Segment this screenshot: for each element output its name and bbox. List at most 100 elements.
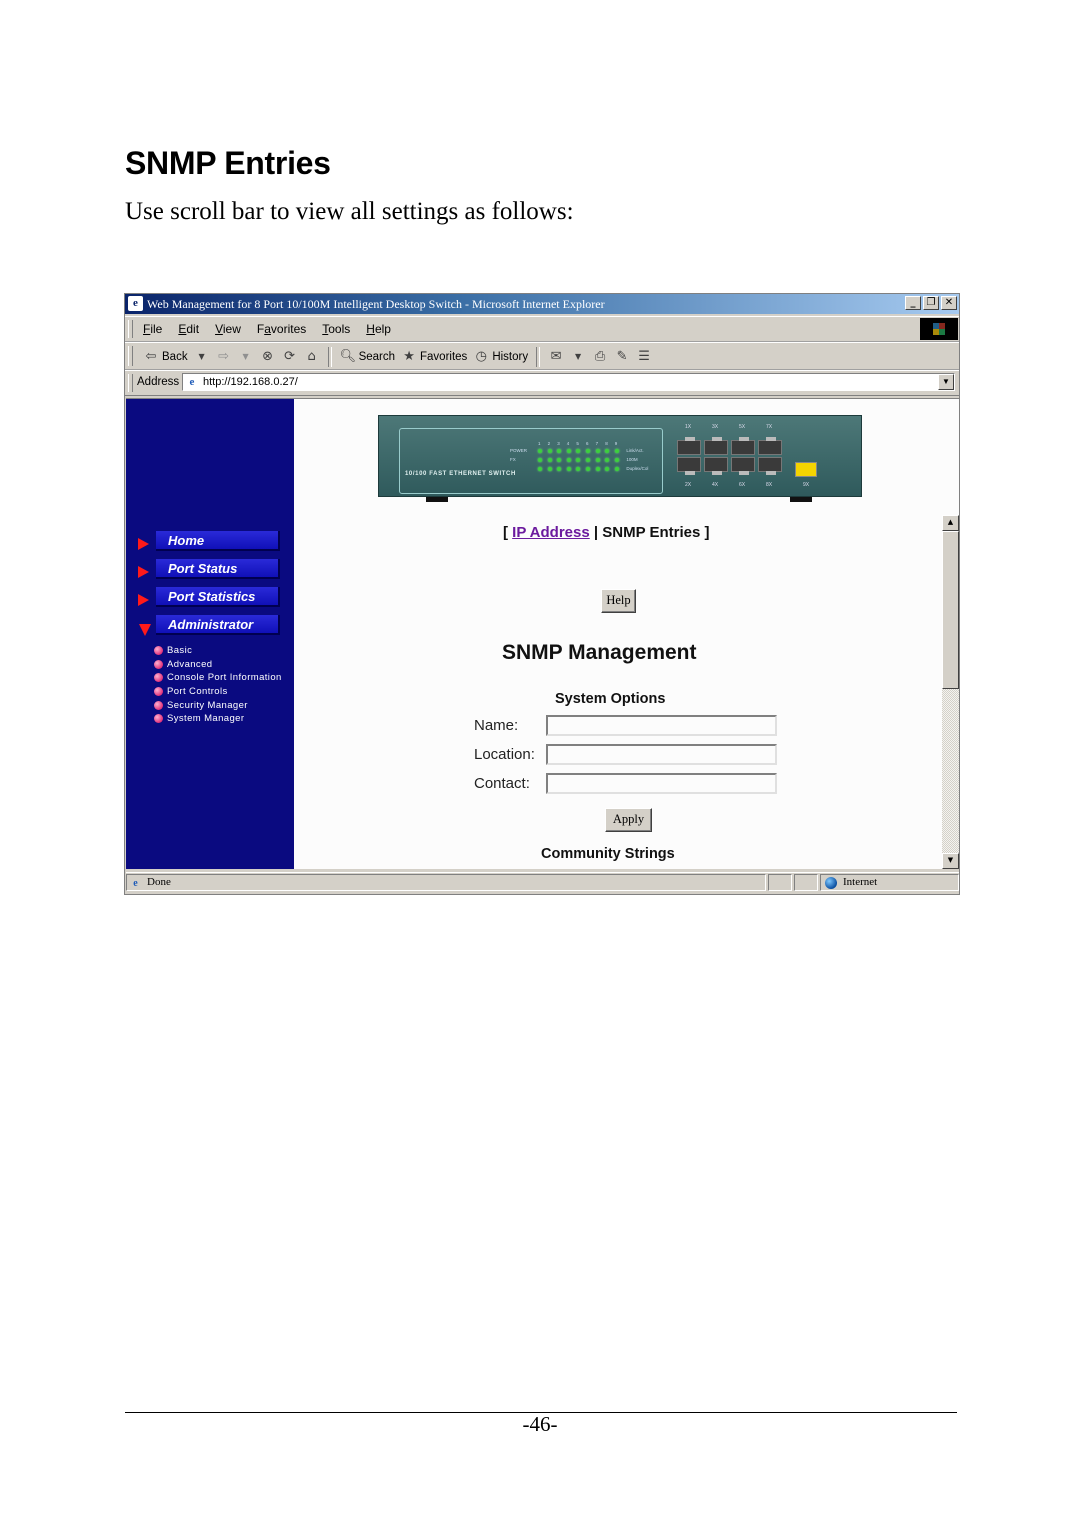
status-led <box>566 458 571 462</box>
close-button[interactable]: ✕ <box>941 296 957 310</box>
led-legend-label: 100M <box>626 457 638 462</box>
snmp-management-heading: SNMP Management <box>502 641 697 664</box>
discuss-icon[interactable]: ☰ <box>636 349 652 365</box>
forward-dropdown-icon[interactable]: ▼ <box>238 349 254 365</box>
bullet-icon <box>154 687 163 697</box>
back-dropdown-icon[interactable]: ▼ <box>194 349 210 365</box>
name-input[interactable] <box>546 715 777 736</box>
subnav-system-manager[interactable]: System Manager <box>154 712 282 726</box>
address-grip[interactable] <box>128 374 133 392</box>
stop-icon[interactable]: ⊗ <box>260 349 276 365</box>
apply-button[interactable]: Apply <box>605 808 652 832</box>
home-icon[interactable]: ⌂ <box>304 349 320 365</box>
subnav-port-controls[interactable]: Port Controls <box>154 685 282 699</box>
refresh-icon[interactable]: ⟳ <box>282 349 298 365</box>
menu-grip[interactable] <box>128 320 133 338</box>
menu-view[interactable]: View <box>215 322 241 336</box>
status-text-cell: e Done <box>126 874 766 891</box>
menu-bar: File Edit View Favorites Tools Help <box>125 316 959 342</box>
subnav-basic[interactable]: Basic <box>154 644 282 658</box>
history-button[interactable]: ◷ History <box>473 349 528 365</box>
restore-button[interactable]: ❐ <box>923 296 939 310</box>
browser-window: e Web Management for 8 Port 10/100M Inte… <box>124 293 960 895</box>
subnav-console-port-information[interactable]: Console Port Information <box>154 671 282 685</box>
led-column-label: 7 <box>595 441 599 446</box>
breadcrumb: [ IP Address | SNMP Entries ] <box>503 524 710 541</box>
standard-toolbar: ⇦ Back ▼ ⇨ ▼ ⊗ ⟳ ⌂ 🔍︎ Search ★ Favorites… <box>125 342 959 370</box>
menu-tools[interactable]: Tools <box>322 322 350 336</box>
status-led <box>586 449 590 453</box>
led-column-label: 9 <box>614 441 618 446</box>
status-led <box>576 449 581 453</box>
toolbar-grip[interactable] <box>128 346 133 366</box>
page-icon: e <box>189 376 195 388</box>
port-label: 6X <box>739 482 746 488</box>
status-led <box>566 467 571 471</box>
menu-favorites[interactable]: Favorites <box>257 322 306 336</box>
arrow-right-icon <box>138 538 149 550</box>
location-input[interactable] <box>546 744 777 765</box>
status-led <box>557 449 562 453</box>
mail-dropdown-icon[interactable]: ▼ <box>570 349 586 365</box>
address-field[interactable]: e ▼ <box>182 373 955 391</box>
nav-item-port-statistics[interactable]: Port Statistics <box>126 587 294 609</box>
ethernet-port <box>758 457 782 475</box>
location-label: Location: <box>474 746 535 763</box>
nav-item-label[interactable]: Port Status <box>156 559 280 579</box>
subnav-security-manager[interactable]: Security Manager <box>154 698 282 712</box>
search-button[interactable]: 🔍︎ Search <box>340 349 395 365</box>
status-cell <box>794 874 818 891</box>
address-input[interactable] <box>203 375 903 389</box>
address-label: Address <box>137 376 180 388</box>
minimize-button[interactable]: _ <box>905 296 921 310</box>
internet-globe-icon <box>825 877 837 889</box>
toolbar-separator <box>536 347 541 367</box>
menu-help[interactable]: Help <box>366 322 391 336</box>
port-label: 2X <box>685 482 692 488</box>
bullet-icon <box>154 714 163 724</box>
status-led <box>614 467 619 471</box>
status-led <box>547 458 552 462</box>
nav-item-label[interactable]: Home <box>156 531 280 551</box>
ip-address-link[interactable]: IP Address <box>512 524 590 541</box>
menu-edit[interactable]: Edit <box>178 322 199 336</box>
address-dropdown-button[interactable]: ▼ <box>938 374 954 390</box>
nav-item-port-status[interactable]: Port Status <box>126 559 294 581</box>
status-led <box>557 467 562 471</box>
scroll-thumb[interactable] <box>942 531 959 689</box>
print-icon[interactable]: ⎙ <box>592 349 608 365</box>
status-led <box>538 467 542 471</box>
led-column-label: 5 <box>576 441 579 446</box>
uplink-port <box>795 462 817 477</box>
nav-item-label[interactable]: Administrator <box>156 615 280 635</box>
contact-input[interactable] <box>546 773 777 794</box>
help-button[interactable]: Help <box>601 589 636 613</box>
mail-icon[interactable]: ✉ <box>548 349 564 365</box>
vertical-scrollbar[interactable]: ▲ ▼ <box>942 515 959 869</box>
scroll-up-button[interactable]: ▲ <box>942 515 959 531</box>
menu-file[interactable]: File <box>143 322 162 336</box>
led-column-label: 3 <box>557 441 560 446</box>
port-label: 8X <box>766 482 773 488</box>
switch-brand-text: 10/100 FAST ETHERNET SWITCH <box>405 471 516 477</box>
toolbar-separator <box>327 347 332 367</box>
system-options-heading: System Options <box>555 691 666 707</box>
zone-text: Internet <box>843 876 878 888</box>
status-led <box>614 458 619 462</box>
forward-arrow-icon[interactable]: ⇨ <box>216 349 232 365</box>
led-column-label: 2 <box>547 441 551 446</box>
favorites-button[interactable]: ★ Favorites <box>401 349 467 365</box>
edit-icon[interactable]: ✎ <box>614 349 630 365</box>
nav-item-home[interactable]: Home <box>126 531 294 553</box>
nav-item-label[interactable]: Port Statistics <box>156 587 280 607</box>
subnav-advanced[interactable]: Advanced <box>154 658 282 672</box>
nav-item-administrator[interactable]: Administrator <box>126 615 294 637</box>
status-led <box>547 467 552 471</box>
back-button[interactable]: ⇦ Back <box>143 349 188 365</box>
scroll-down-button[interactable]: ▼ <box>942 853 959 869</box>
community-strings-heading: Community Strings <box>541 846 675 862</box>
led-legend-label: Duplex/Col <box>626 466 649 471</box>
port-label: 3X <box>712 424 719 430</box>
bullet-icon <box>154 700 163 710</box>
status-led <box>595 449 600 453</box>
